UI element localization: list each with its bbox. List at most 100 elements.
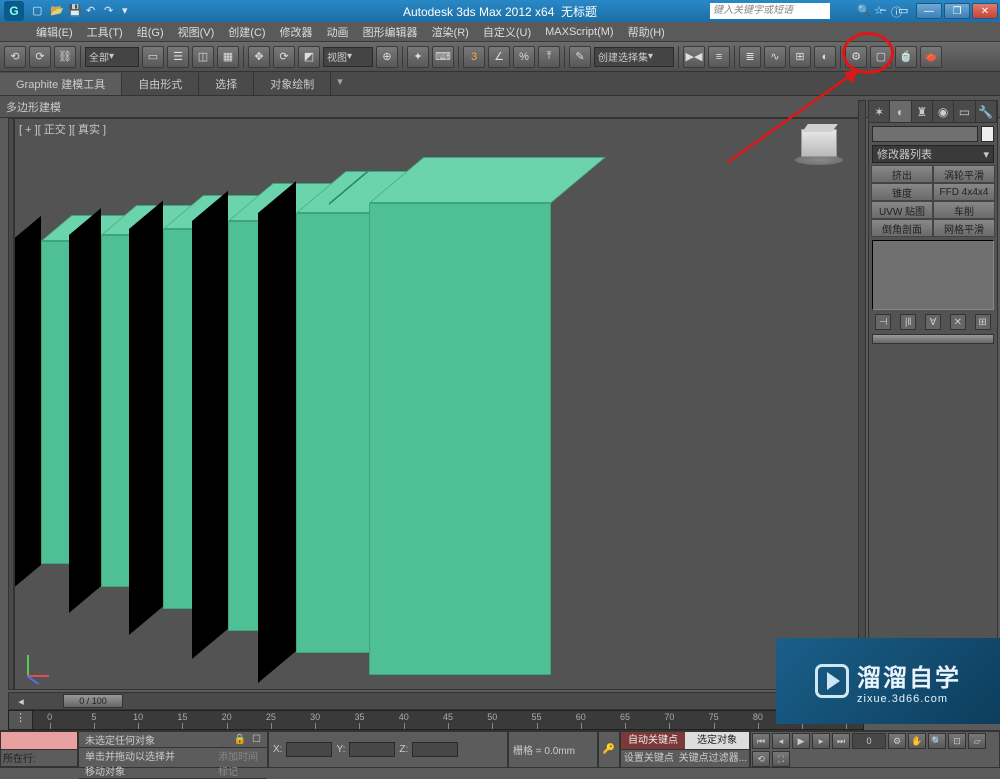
modifier-list-dropdown[interactable]: 修改器列表▾ [872, 145, 994, 163]
refcoord-dropdown[interactable]: 视图 ▾ [323, 47, 373, 67]
manip-icon[interactable]: ✦ [407, 46, 429, 68]
angle-snap-icon[interactable]: ∠ [488, 46, 510, 68]
link-icon[interactable]: ⟲ [4, 46, 26, 68]
editnamed-icon[interactable]: ✎ [569, 46, 591, 68]
qat-new-icon[interactable]: ▢ [32, 4, 46, 18]
tab-utilities-icon[interactable]: 🔧 [976, 101, 997, 122]
keyfilter-button[interactable]: 关键点过滤器... [677, 750, 749, 767]
tab-modify-icon[interactable]: ◐ [890, 101, 911, 122]
named-selset[interactable]: 创建选择集 ▾ [594, 47, 674, 67]
make-unique-icon[interactable]: ∀ [925, 314, 941, 330]
viewport-right-handle[interactable] [858, 100, 866, 690]
next-frame-icon[interactable]: ▸ [812, 733, 830, 749]
menu-anim[interactable]: 动画 [321, 22, 355, 42]
scale-icon[interactable]: ◩ [298, 46, 320, 68]
max-inner-icon[interactable]: ▭ [898, 4, 912, 18]
current-frame-input[interactable]: 0 [852, 733, 886, 749]
autokey-button[interactable]: 自动关键点 [621, 732, 685, 749]
menu-help[interactable]: 帮助(H) [622, 22, 671, 42]
mod-turbosmooth[interactable]: 涡轮平滑 [933, 165, 995, 183]
rollup-divider[interactable] [872, 334, 994, 344]
app-logo-icon[interactable]: G [4, 1, 24, 21]
script-mini-listener[interactable]: 所在行: [0, 731, 78, 768]
pivot-icon[interactable]: ⊕ [376, 46, 398, 68]
menu-edit[interactable]: 编辑(E) [30, 22, 79, 42]
fov-icon[interactable]: ▱ [968, 733, 986, 749]
time-slider-knob[interactable]: 0 / 100 [63, 694, 123, 708]
menu-customize[interactable]: 自定义(U) [477, 22, 537, 42]
object-color-swatch[interactable] [981, 126, 995, 142]
ribbon-panel-label[interactable]: 多边形建模 [6, 99, 61, 115]
selobj-button[interactable]: 选定对象 [685, 732, 749, 749]
menu-group[interactable]: 组(G) [131, 22, 170, 42]
tab-paint[interactable]: 对象绘制 [254, 73, 331, 95]
tab-freeform[interactable]: 自由形式 [122, 73, 199, 95]
render-prod-icon[interactable]: 🫖 [920, 46, 942, 68]
modifier-stack[interactable] [872, 240, 994, 310]
menu-modifier[interactable]: 修改器 [274, 22, 319, 42]
play-icon[interactable]: ▶ [792, 733, 810, 749]
select-icon[interactable]: ▭ [142, 46, 164, 68]
select-region-icon[interactable]: ◫ [192, 46, 214, 68]
timeconfig2-icon[interactable]: ⚙ [888, 733, 906, 749]
mod-lathe[interactable]: 车削 [933, 201, 995, 219]
tab-motion-icon[interactable]: ◉ [933, 101, 954, 122]
tab-display-icon[interactable]: ▭ [954, 101, 975, 122]
menu-tools[interactable]: 工具(T) [81, 22, 129, 42]
menu-grapheditor[interactable]: 图形编辑器 [357, 22, 424, 42]
render-icon[interactable]: 🍵 [895, 46, 917, 68]
bind-icon[interactable]: ⛓ [54, 46, 76, 68]
qat-undo-icon[interactable]: ↶ [86, 4, 100, 18]
mod-meshsmooth[interactable]: 网格平滑 [933, 219, 995, 237]
tab-graphite[interactable]: Graphite 建模工具 [0, 73, 122, 95]
qat-more-icon[interactable]: ▾ [122, 4, 136, 18]
selection-filter[interactable]: 全部 ▾ [85, 47, 139, 67]
tab-select[interactable]: 选择 [199, 73, 254, 95]
mod-extrude[interactable]: 挤出 [871, 165, 933, 183]
window-crossing-icon[interactable]: ▦ [217, 46, 239, 68]
coord-y-input[interactable] [349, 742, 395, 757]
keymode-icon[interactable]: ⌨ [432, 46, 454, 68]
help-search-input[interactable]: 键入关键字或短语 [710, 3, 830, 19]
rotate-icon[interactable]: ⟳ [273, 46, 295, 68]
spinner-snap-icon[interactable]: ⤒ [538, 46, 560, 68]
search-icon[interactable]: 🔍 [857, 4, 871, 18]
menu-view[interactable]: 视图(V) [172, 22, 221, 42]
track-bar[interactable]: ⋮ 051015202530354045505560657075808590 [8, 710, 864, 730]
percent-snap-icon[interactable]: % [513, 46, 535, 68]
mirror-icon[interactable]: ▶◀ [683, 46, 705, 68]
zoom-ext-icon[interactable]: ⊡ [948, 733, 966, 749]
qat-redo-icon[interactable]: ↷ [104, 4, 118, 18]
menu-create[interactable]: 创建(C) [222, 22, 271, 42]
mod-taper[interactable]: 锥度 [871, 183, 933, 201]
pin-stack-icon[interactable]: ⊣ [875, 314, 891, 330]
viewport-label[interactable]: [ + ][ 正交 ][ 真实 ] [19, 121, 106, 137]
maximize-button[interactable]: ❐ [944, 3, 970, 19]
qat-save-icon[interactable]: 💾 [68, 4, 82, 18]
ribbon-expand-icon[interactable]: ▾ [337, 75, 355, 93]
minimize-button[interactable]: — [916, 3, 942, 19]
coord-z-input[interactable] [412, 742, 458, 757]
prev-frame-icon[interactable]: ◂ [772, 733, 790, 749]
mod-uvw[interactable]: UVW 贴图 [871, 201, 933, 219]
mod-ffd[interactable]: FFD 4x4x4 [933, 183, 995, 201]
mod-bevel[interactable]: 倒角剖面 [871, 219, 933, 237]
unlink-icon[interactable]: ⟳ [29, 46, 51, 68]
show-end-icon[interactable]: |‖ [900, 314, 916, 330]
coord-x-input[interactable] [286, 742, 332, 757]
trackbar-toggle-icon[interactable]: ⋮ [9, 711, 33, 729]
remove-mod-icon[interactable]: ✕ [950, 314, 966, 330]
min-inner-icon[interactable]: – [880, 4, 894, 18]
snap-icon[interactable]: 3 [463, 46, 485, 68]
isolate-icon[interactable]: ☐ [252, 734, 261, 745]
maximize-viewport-icon[interactable]: ⛶ [772, 751, 790, 767]
qat-open-icon[interactable]: 📂 [50, 4, 64, 18]
goto-end-icon[interactable]: ⏭ [832, 733, 850, 749]
object-name-field[interactable] [872, 126, 978, 142]
timeslider-left-icon[interactable]: ◂ [9, 695, 33, 708]
configure-icon[interactable]: ⊞ [975, 314, 991, 330]
timeconfig-icon[interactable]: 🔑 [598, 731, 620, 768]
orbit-icon[interactable]: ⟲ [752, 751, 770, 767]
select-name-icon[interactable]: ☰ [167, 46, 189, 68]
tab-hierarchy-icon[interactable]: ♜ [912, 101, 933, 122]
